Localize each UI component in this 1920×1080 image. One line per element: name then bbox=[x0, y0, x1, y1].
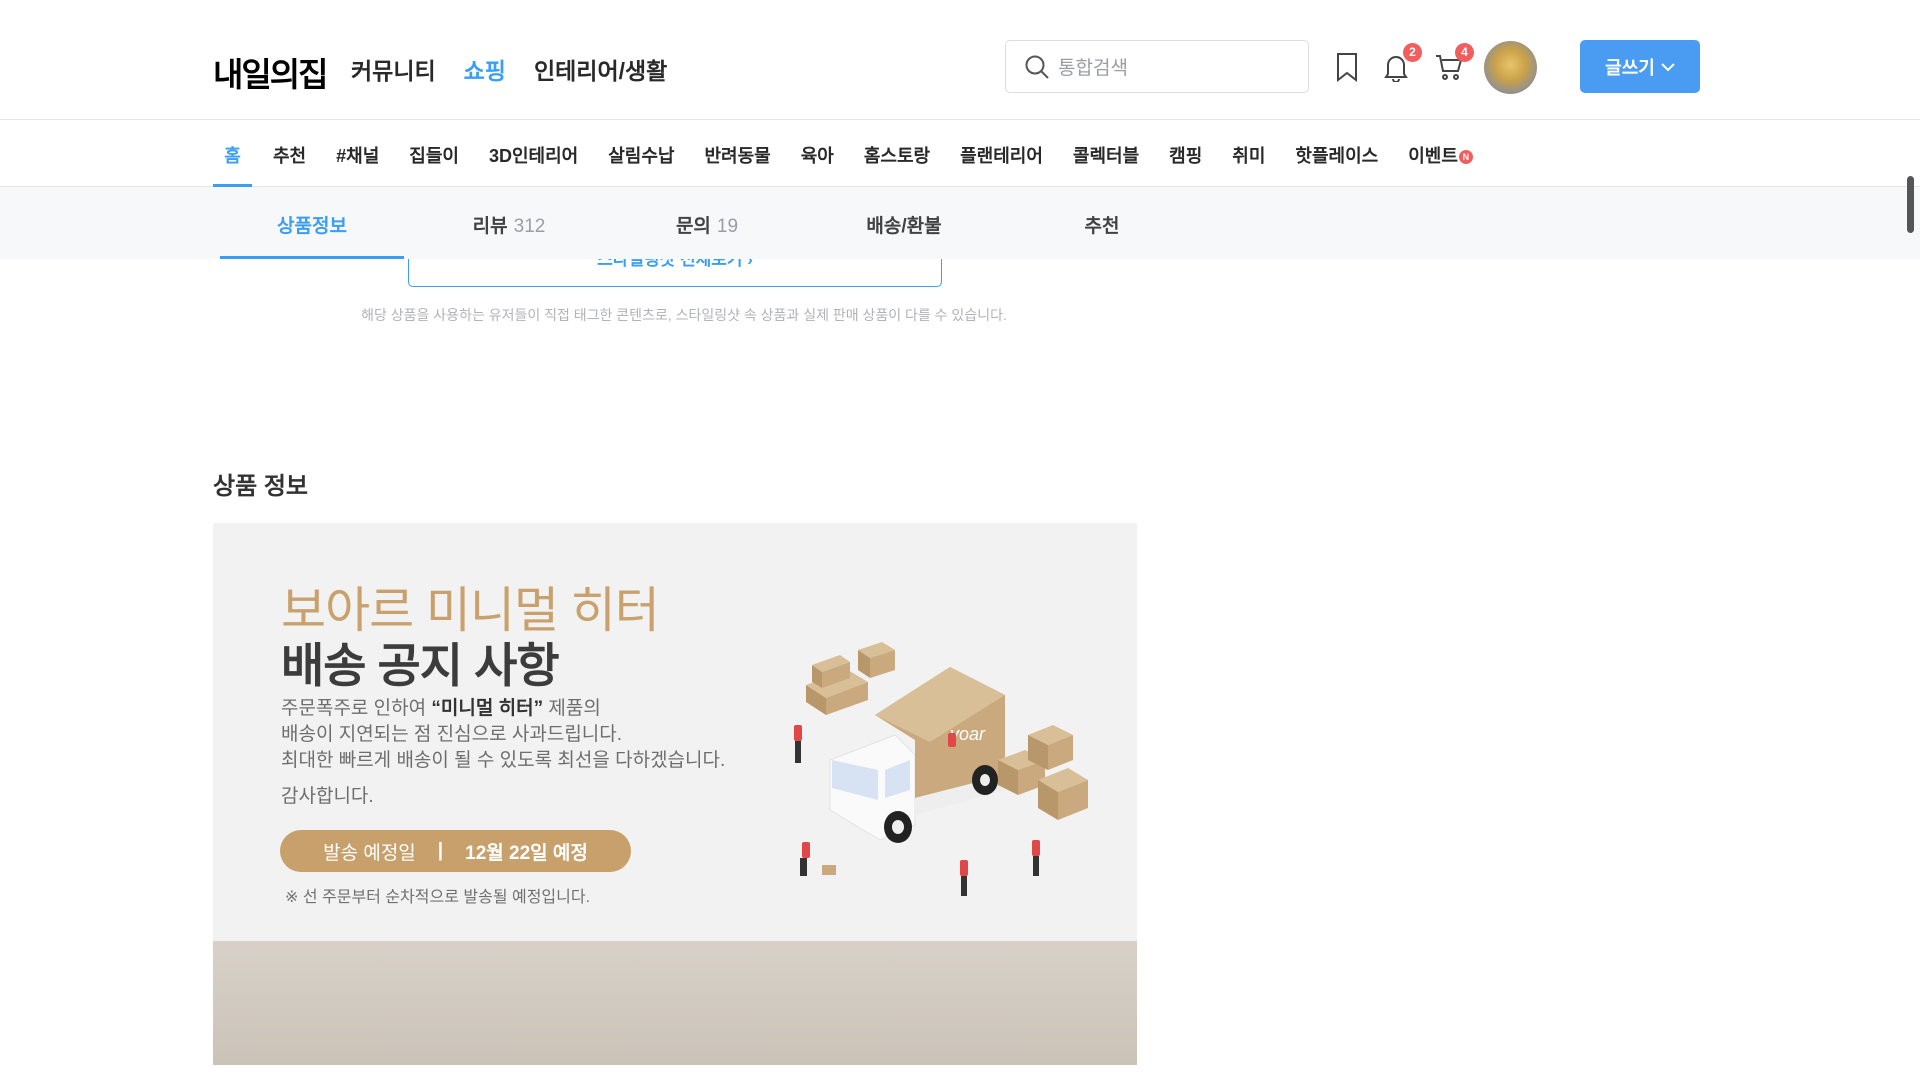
line-bold: “미니멀 히터” bbox=[431, 698, 544, 719]
subnav-item-3d-interior[interactable]: 3D인테리어 bbox=[489, 142, 587, 168]
nav-community[interactable]: 커뮤니티 bbox=[351, 52, 436, 86]
tab-label: 리뷰 bbox=[472, 216, 508, 237]
question-count: 19 bbox=[716, 216, 739, 237]
write-button[interactable]: 글쓰기 bbox=[1580, 40, 1700, 93]
subnav-item-homestaurant[interactable]: 홈스토랑 bbox=[864, 142, 939, 168]
avatar[interactable] bbox=[1484, 41, 1537, 94]
pill-label: 발송 예정일 bbox=[323, 842, 416, 864]
top-header: 내일의집 커뮤니티 쇼핑 인테리어/생활 통합검색 2 4 글쓰기 bbox=[0, 0, 1920, 120]
tab-questions[interactable]: 문의 19 bbox=[676, 211, 738, 238]
subnav-item-channel[interactable]: #채널 bbox=[336, 142, 388, 168]
event-label: 이벤트 bbox=[1408, 146, 1458, 166]
search-placeholder: 통합검색 bbox=[1058, 58, 1128, 79]
subnav-item-camping[interactable]: 캠핑 bbox=[1169, 142, 1211, 168]
product-tabs: 상품정보 리뷰 312 문의 19 배송/환불 추천 bbox=[0, 187, 1920, 259]
subnav-item-pets[interactable]: 반려동물 bbox=[704, 142, 779, 168]
notification-badge: 2 bbox=[1403, 43, 1422, 62]
pill-separator: | bbox=[437, 840, 444, 861]
banner-message: 주문폭주로 인하여 “미니멀 히터” 제품의 배송이 지연되는 점 진심으로 사… bbox=[281, 696, 725, 774]
subnav-item-housewarming[interactable]: 집들이 bbox=[409, 142, 468, 168]
subnav-item-storage[interactable]: 살림수납 bbox=[608, 142, 683, 168]
banner-thanks: 감사합니다. bbox=[281, 786, 374, 807]
ship-date-pill: 발송 예정일 | 12월 22일 예정 bbox=[280, 830, 631, 872]
line-text: 최대한 빠르게 배송이 될 수 있도록 최선을 다하겠습니다. bbox=[281, 750, 726, 771]
tab-label: 상품정보 bbox=[277, 216, 347, 237]
banner-floor-image bbox=[213, 941, 1137, 1065]
active-tab-indicator bbox=[220, 256, 404, 259]
tab-reviews[interactable]: 리뷰 312 bbox=[473, 211, 546, 238]
pill-date: 12월 22일 예정 bbox=[465, 842, 588, 864]
banner-heading: 배송 공지 사항 bbox=[281, 639, 560, 692]
nav-shopping[interactable]: 쇼핑 bbox=[464, 52, 506, 86]
box-stack-right bbox=[998, 725, 1088, 820]
tab-recommend[interactable]: 추천 bbox=[1085, 211, 1120, 238]
subnav-item-hotplace[interactable]: 핫플레이스 bbox=[1295, 142, 1387, 168]
tab-label: 배송/환불 bbox=[866, 216, 942, 237]
tab-shipping-refund[interactable]: 배송/환불 bbox=[866, 211, 941, 238]
subnav-item-hobby[interactable]: 취미 bbox=[1232, 142, 1274, 168]
cart-button[interactable]: 4 bbox=[1434, 43, 1474, 82]
review-count: 312 bbox=[513, 216, 546, 237]
tab-label: 추천 bbox=[1084, 216, 1120, 237]
delivery-truck-illustration: voar bbox=[794, 642, 1088, 896]
notification-button[interactable]: 2 bbox=[1382, 43, 1422, 83]
section-title: 상품 정보 bbox=[213, 473, 308, 500]
subnav-item-parenting[interactable]: 육아 bbox=[801, 142, 843, 168]
main-nav: 커뮤니티 쇼핑 인테리어/생활 bbox=[351, 52, 667, 86]
banner-note: ※ 선 주문부터 순차적으로 발송될 예정입니다. bbox=[285, 889, 591, 906]
scrollbar[interactable] bbox=[1907, 176, 1914, 233]
bookmark-icon[interactable] bbox=[1333, 52, 1363, 83]
search-input[interactable]: 통합검색 bbox=[1005, 40, 1309, 93]
line-text: 주문폭주로 인하여 bbox=[281, 698, 432, 719]
box-stack-left bbox=[806, 642, 895, 715]
subnav-item-recommend[interactable]: 추천 bbox=[273, 142, 315, 168]
line-text: 제품의 bbox=[543, 698, 601, 719]
chevron-down-icon bbox=[1661, 62, 1675, 71]
new-badge: N bbox=[1458, 150, 1473, 165]
search-icon bbox=[1025, 55, 1049, 79]
subnav-item-event[interactable]: 이벤트 N bbox=[1408, 142, 1482, 168]
subnav-item-home[interactable]: 홈 bbox=[213, 142, 252, 168]
shipping-notice-banner: 보아르 미니멀 히터 배송 공지 사항 주문폭주로 인하여 “미니멀 히터” 제… bbox=[213, 523, 1137, 1065]
tab-label: 문의 bbox=[675, 216, 711, 237]
styling-disclaimer: 해당 상품을 사용하는 유저들이 직접 태그한 콘텐츠로, 스타일링샷 속 상품… bbox=[361, 307, 1007, 323]
subnav-item-planterior[interactable]: 플랜테리어 bbox=[960, 142, 1052, 168]
cart-badge: 4 bbox=[1455, 43, 1474, 62]
line-text: 배송이 지연되는 점 진심으로 사과드립니다. bbox=[281, 724, 623, 745]
logo[interactable]: 내일의집 bbox=[213, 48, 328, 96]
subnav-item-collectible[interactable]: 콜렉터블 bbox=[1073, 142, 1148, 168]
nav-interior-life[interactable]: 인테리어/생활 bbox=[534, 52, 667, 86]
tab-product-info[interactable]: 상품정보 bbox=[277, 211, 347, 238]
write-label: 글쓰기 bbox=[1605, 57, 1655, 78]
category-nav: 홈 추천 #채널 집들이 3D인테리어 살림수납 반려동물 육아 홈스토랑 플랜… bbox=[0, 120, 1920, 187]
